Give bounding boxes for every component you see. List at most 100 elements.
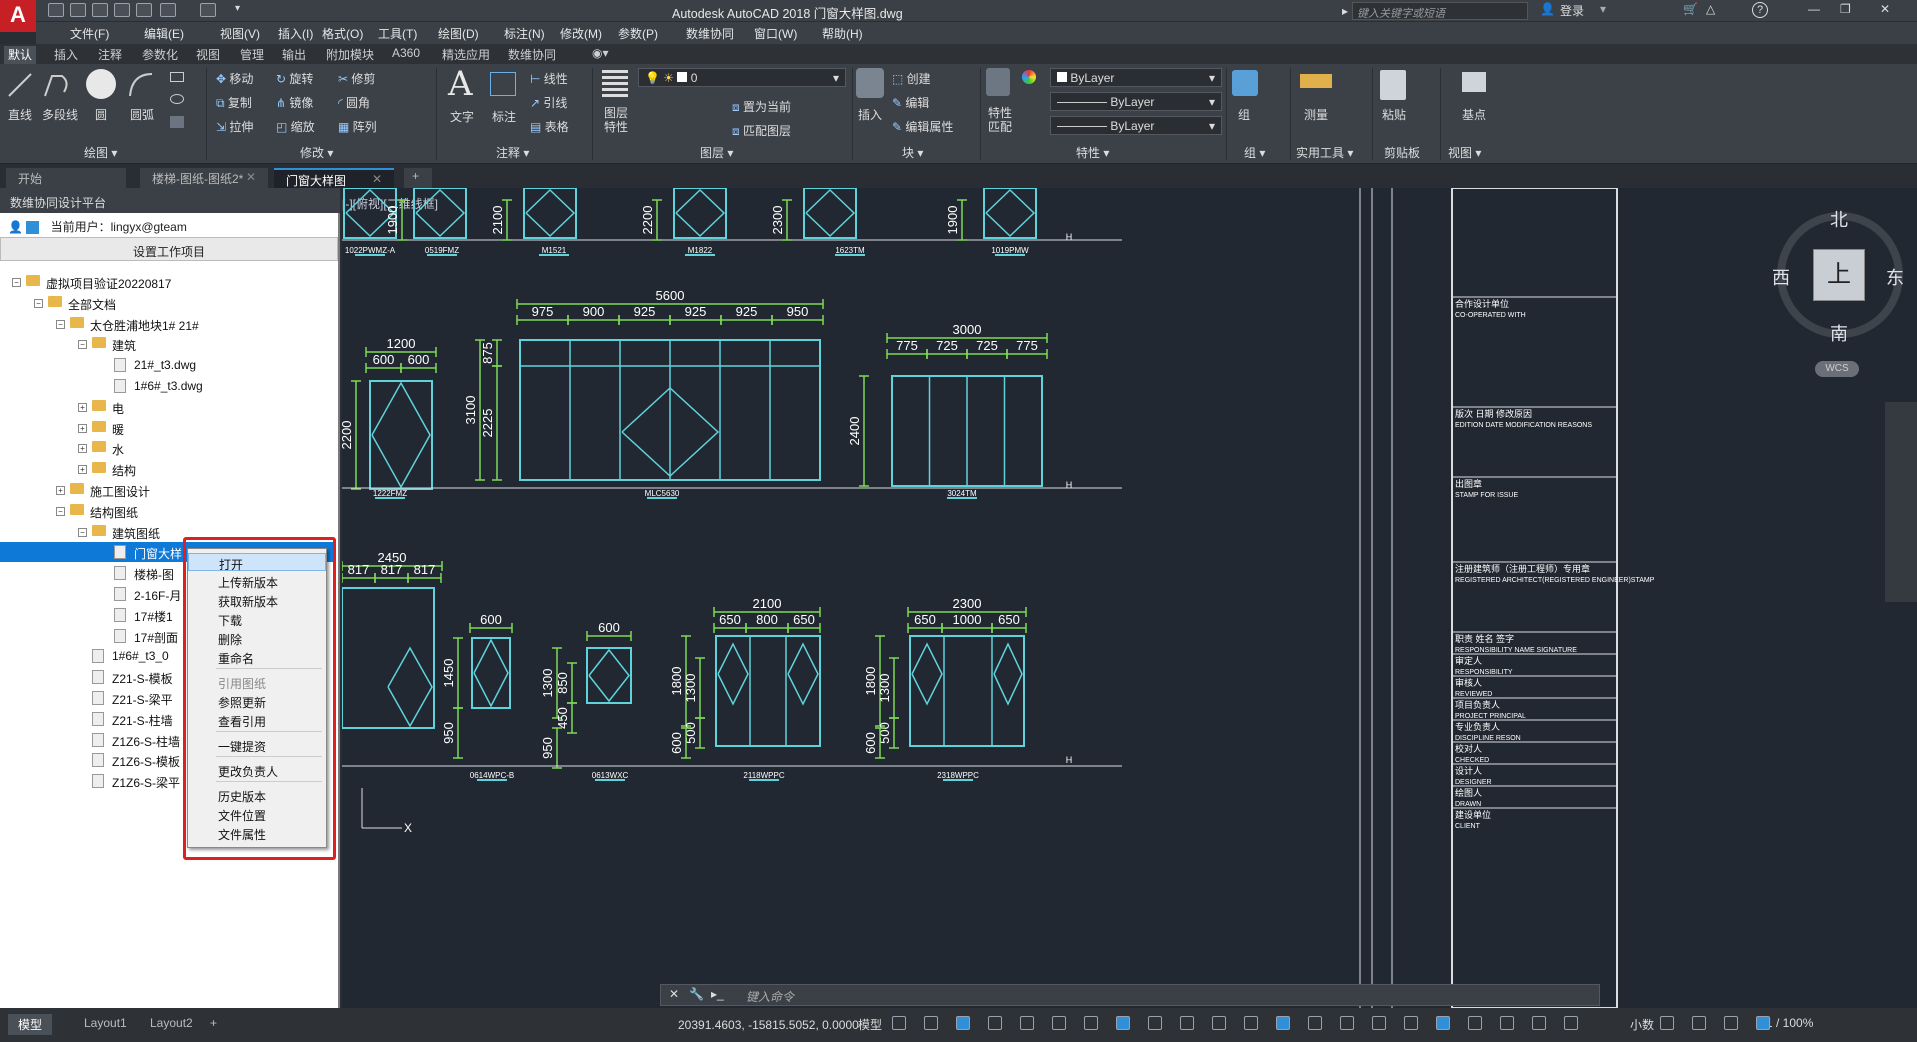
- undo-icon[interactable]: [160, 3, 176, 17]
- expand-toggle-icon[interactable]: −: [56, 506, 65, 516]
- ribbon-tab-0[interactable]: 默认: [4, 46, 37, 64]
- ribbon-tab-6[interactable]: 输出: [278, 46, 310, 63]
- insert-block-icon[interactable]: [856, 68, 884, 98]
- units-dropdown[interactable]: 小数: [1630, 1016, 1654, 1033]
- tree-item[interactable]: 1#6#_t3.dwg: [0, 376, 336, 396]
- menu-3[interactable]: 插入(I): [278, 25, 313, 42]
- tree-item[interactable]: + 施工图设计: [0, 480, 336, 500]
- view-panel-label[interactable]: 视图 ▾: [1448, 144, 1481, 161]
- status-toggle-icon[interactable]: [1724, 1016, 1738, 1030]
- tree-item[interactable]: − 虚拟项目验证20220817: [0, 272, 336, 292]
- utilities-panel-label[interactable]: 实用工具 ▾: [1296, 144, 1353, 161]
- rotate-button[interactable]: ↻ 旋转: [276, 70, 313, 87]
- color-wheel-icon[interactable]: [1022, 70, 1036, 84]
- tree-item[interactable]: − 建筑: [0, 334, 336, 354]
- status-toggle-icon[interactable]: [924, 1016, 938, 1030]
- ellipse-icon[interactable]: [170, 94, 184, 104]
- layout-tab-2[interactable]: Layout2: [140, 1014, 203, 1032]
- minimize-icon[interactable]: —: [1808, 2, 1820, 16]
- expand-toggle-icon[interactable]: −: [34, 298, 43, 308]
- ribbon-tab-10[interactable]: 数维协同: [504, 46, 560, 63]
- leader-button[interactable]: ↗ 引线: [530, 94, 567, 111]
- move-button[interactable]: ✥ 移动: [216, 70, 253, 87]
- menu-2[interactable]: 视图(V): [220, 25, 260, 42]
- save-as-icon[interactable]: [114, 3, 130, 17]
- restore-icon[interactable]: ❐: [1840, 2, 1851, 16]
- expand-toggle-icon[interactable]: +: [78, 423, 87, 433]
- status-toggle-icon[interactable]: [1692, 1016, 1706, 1030]
- block-panel-label[interactable]: 块 ▾: [902, 144, 923, 161]
- doc-tab-1[interactable]: 楼梯-图纸-图纸2* ✕: [140, 168, 268, 188]
- status-toggle-icon[interactable]: [956, 1016, 970, 1030]
- create-block-button[interactable]: ⬚ 创建: [892, 70, 931, 87]
- measure-button[interactable]: 测量: [1304, 106, 1328, 123]
- properties-panel-label[interactable]: 特性 ▾: [1076, 144, 1109, 161]
- menu-5[interactable]: 工具(T): [378, 25, 417, 42]
- compass-east[interactable]: 东: [1886, 264, 1904, 290]
- doc-tab-0[interactable]: 开始: [6, 168, 126, 188]
- ribbon-tab-5[interactable]: 管理: [236, 46, 268, 63]
- text-tool-icon[interactable]: A: [448, 64, 473, 104]
- copy-button[interactable]: ⧉ 复制: [216, 94, 252, 111]
- layers-panel-label[interactable]: 图层 ▾: [700, 144, 733, 161]
- expand-toggle-icon[interactable]: −: [56, 319, 65, 329]
- recent-commands-icon[interactable]: ▸_: [711, 987, 724, 1001]
- search-input[interactable]: 键入关键字或短语: [1352, 2, 1528, 20]
- sign-in-link[interactable]: 登录: [1560, 2, 1584, 19]
- status-toggle-icon[interactable]: [892, 1016, 906, 1030]
- tree-item[interactable]: + 暖: [0, 418, 336, 438]
- settings-icon[interactable]: [26, 221, 40, 235]
- tree-item[interactable]: − 结构图纸: [0, 501, 336, 521]
- tree-item[interactable]: + 电: [0, 397, 336, 417]
- status-toggle-icon[interactable]: [1340, 1016, 1354, 1030]
- tree-item[interactable]: 21#_t3.dwg: [0, 355, 336, 375]
- circle-button[interactable]: 圆: [95, 106, 107, 123]
- circle-tool-icon[interactable]: [86, 69, 116, 99]
- close-icon[interactable]: ✕: [246, 170, 256, 184]
- status-toggle-icon[interactable]: [1180, 1016, 1194, 1030]
- status-toggle-icon[interactable]: [1564, 1016, 1578, 1030]
- color-dropdown[interactable]: ByLayer ▾: [1050, 68, 1222, 87]
- insert-button[interactable]: 插入: [858, 106, 882, 123]
- status-toggle-icon[interactable]: [1244, 1016, 1258, 1030]
- close-icon[interactable]: ✕: [1880, 2, 1890, 16]
- modify-panel-label[interactable]: 修改 ▾: [300, 144, 333, 161]
- menu-1[interactable]: 编辑(E): [144, 25, 184, 42]
- ribbon-tab-7[interactable]: 附加模块: [322, 46, 378, 63]
- save-icon[interactable]: [92, 3, 108, 17]
- lineweight-dropdown[interactable]: ByLayer ▾: [1050, 116, 1222, 135]
- cart-icon[interactable]: 🛒: [1683, 2, 1698, 16]
- print-icon[interactable]: [136, 3, 152, 17]
- mirror-button[interactable]: ⋔ 镜像: [276, 94, 313, 111]
- command-input[interactable]: 键入命令: [746, 990, 794, 1004]
- new-file-icon[interactable]: [48, 3, 64, 17]
- polyline-button[interactable]: 多段线: [42, 106, 78, 123]
- status-toggle-icon[interactable]: [1052, 1016, 1066, 1030]
- ribbon-tab-9[interactable]: 精选应用: [438, 46, 494, 63]
- menu-9[interactable]: 参数(P): [618, 25, 658, 42]
- linetype-dropdown[interactable]: ByLayer ▾: [1050, 92, 1222, 111]
- stretch-button[interactable]: ⇲ 拉伸: [216, 118, 253, 135]
- command-line[interactable]: ✕ 🔧 ▸_ 键入命令: [660, 984, 1600, 1006]
- menu-10[interactable]: 数维协同: [686, 25, 734, 42]
- annotation-panel-label[interactable]: 注释 ▾: [496, 144, 529, 161]
- new-tab-icon[interactable]: +: [404, 168, 432, 188]
- navigation-bar[interactable]: [1885, 402, 1917, 602]
- add-layout-icon[interactable]: +: [200, 1014, 227, 1032]
- expand-toggle-icon[interactable]: −: [78, 340, 87, 350]
- expand-toggle-icon[interactable]: −: [12, 278, 21, 287]
- array-button[interactable]: ▦ 阵列: [338, 118, 377, 135]
- ribbon-options-icon[interactable]: ◉▾: [588, 46, 613, 60]
- layout-tab-0[interactable]: 模型: [8, 1014, 53, 1035]
- close-command-icon[interactable]: ✕: [669, 987, 679, 1001]
- expand-toggle-icon[interactable]: +: [78, 465, 87, 475]
- dimension-button[interactable]: 标注: [492, 108, 516, 125]
- search-arrow-icon[interactable]: ▸: [1342, 4, 1348, 18]
- customize-icon[interactable]: 🔧: [689, 987, 704, 1001]
- status-toggle-icon[interactable]: [1436, 1016, 1450, 1030]
- status-toggle-icon[interactable]: [1084, 1016, 1098, 1030]
- status-toggle-icon[interactable]: [1116, 1016, 1130, 1030]
- status-toggle-icon[interactable]: [1308, 1016, 1322, 1030]
- layer-properties-button[interactable]: 图层 特性: [604, 106, 628, 134]
- doc-tab-2[interactable]: 门窗大样图 ✕: [274, 168, 394, 188]
